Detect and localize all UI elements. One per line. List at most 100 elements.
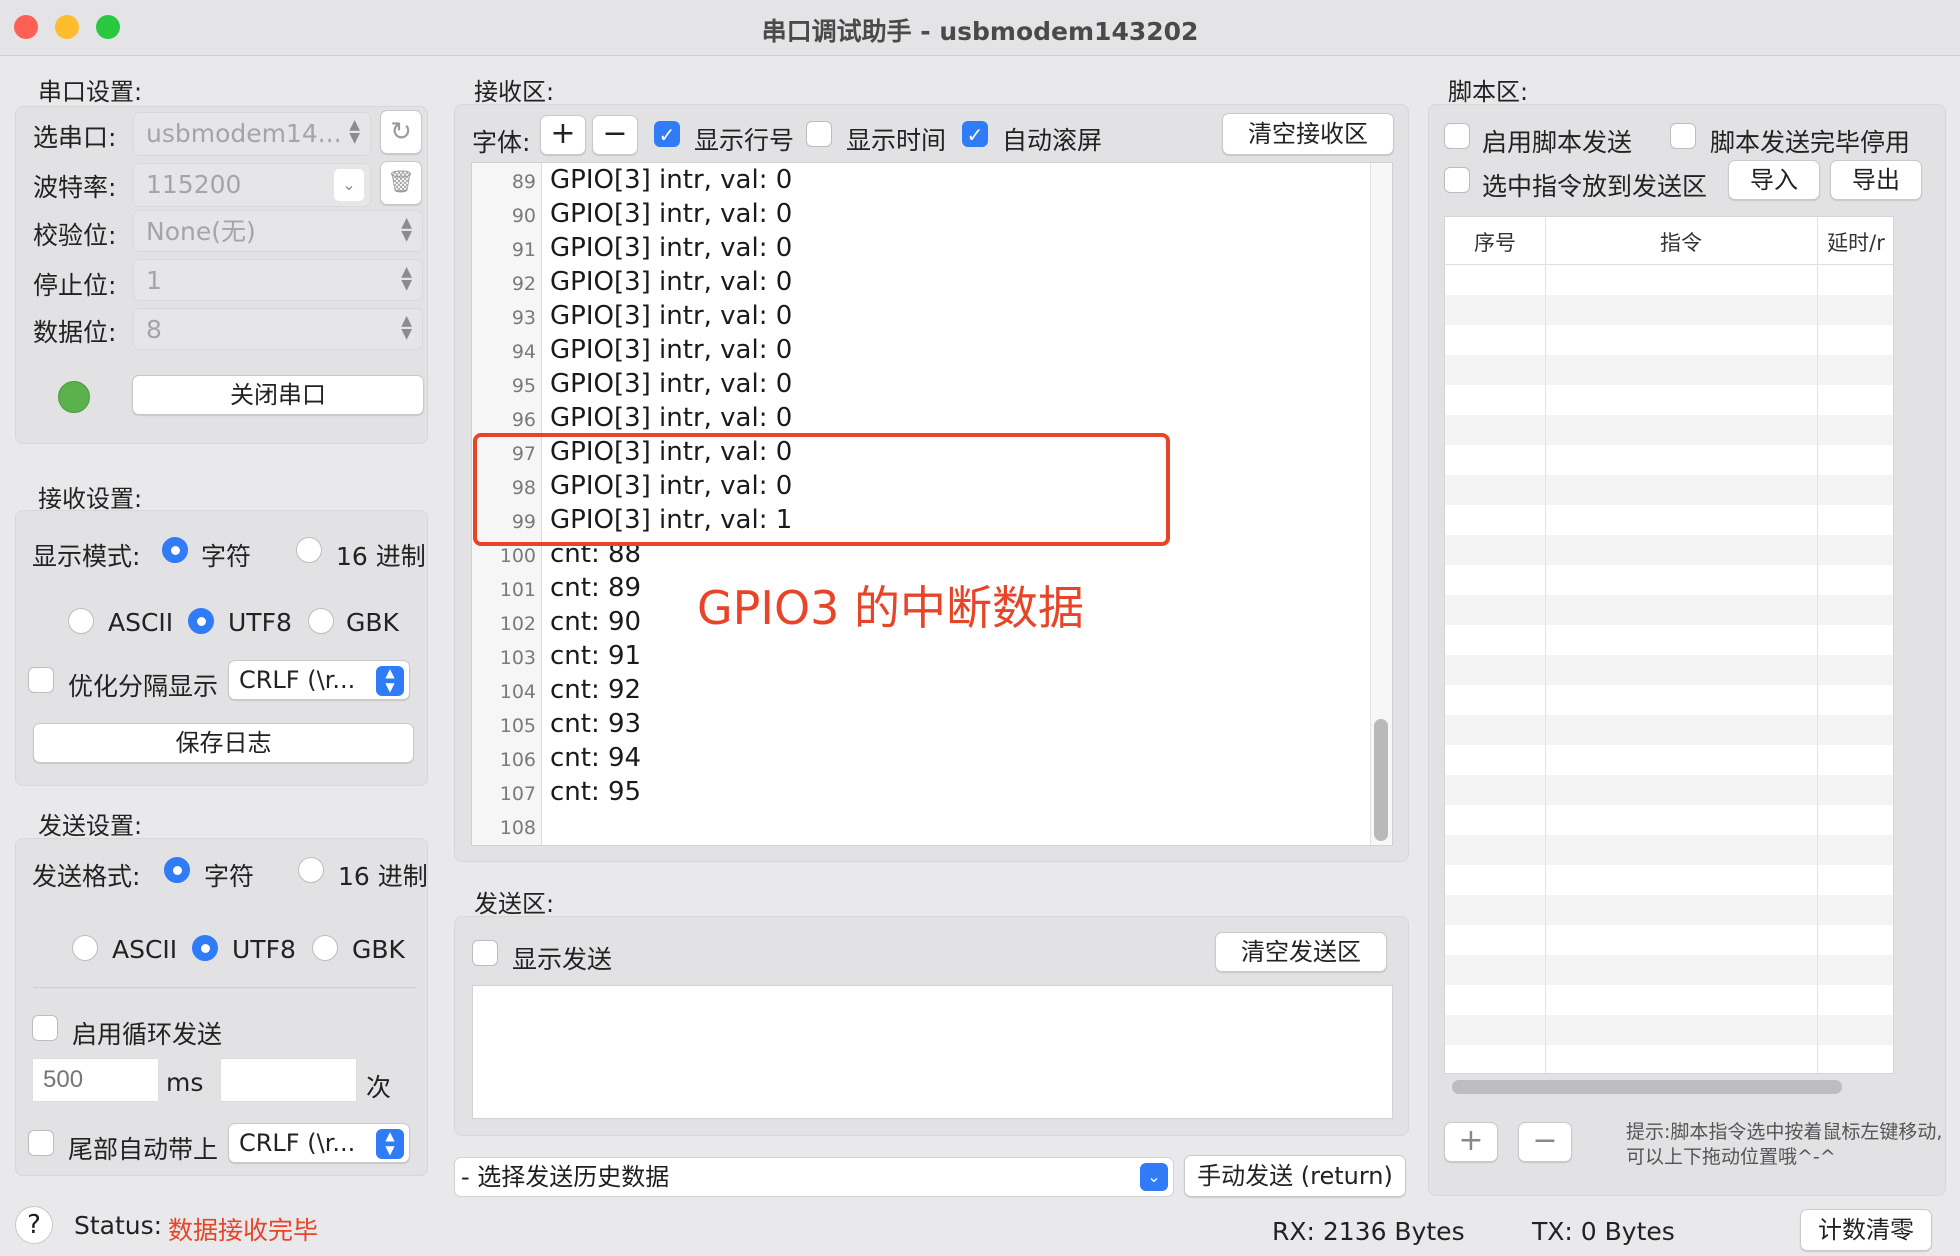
recv-mode-char-radio[interactable] [162, 537, 188, 563]
table-row[interactable] [1445, 655, 1893, 685]
font-increase-button[interactable]: + [540, 115, 586, 155]
received-line: GPIO[3] intr, val: 0 [550, 165, 793, 195]
table-row[interactable] [1445, 925, 1893, 955]
recv-enc-utf8-radio[interactable] [188, 608, 214, 634]
show-time-label: 显示时间 [846, 126, 947, 155]
table-row[interactable] [1445, 265, 1893, 295]
recv-enc-gbk-radio[interactable] [308, 608, 334, 634]
table-row[interactable] [1445, 745, 1893, 775]
send-mode-char-radio[interactable] [164, 857, 190, 883]
script-table-hscrollbar[interactable] [1452, 1080, 1842, 1094]
font-decrease-button[interactable]: − [592, 115, 638, 155]
table-row[interactable] [1445, 985, 1893, 1015]
port-select[interactable]: usbmodem14... ▲ ▼ [133, 112, 371, 156]
line-number: 108 [499, 817, 536, 839]
recv-mode-hex-label: 16 进制 [336, 542, 426, 571]
table-row[interactable] [1445, 1045, 1893, 1073]
table-row[interactable] [1445, 355, 1893, 385]
enable-script-checkbox[interactable] [1444, 123, 1470, 149]
remove-script-button[interactable]: − [1518, 1122, 1572, 1162]
table-row[interactable] [1445, 565, 1893, 595]
table-row[interactable] [1445, 895, 1893, 925]
tail-auto-checkbox[interactable] [28, 1130, 54, 1156]
table-row[interactable] [1445, 805, 1893, 835]
table-row[interactable] [1445, 475, 1893, 505]
table-row[interactable] [1445, 865, 1893, 895]
received-line: cnt: 90 [550, 607, 642, 637]
send-mode-hex-radio[interactable] [298, 857, 324, 883]
save-log-button[interactable]: 保存日志 [33, 723, 414, 763]
table-row[interactable] [1445, 595, 1893, 625]
close-port-button[interactable]: 关闭串口 [132, 375, 424, 415]
add-script-button[interactable]: + [1444, 1122, 1498, 1162]
table-row[interactable] [1445, 445, 1893, 475]
refresh-icon[interactable]: ↻ [380, 110, 422, 154]
loop-send-checkbox[interactable] [32, 1015, 58, 1041]
table-row[interactable] [1445, 685, 1893, 715]
parity-label: 校验位: [33, 221, 117, 250]
updown-icon: ▲ ▼ [401, 313, 412, 342]
line-number: 105 [499, 715, 536, 737]
table-row[interactable] [1445, 415, 1893, 445]
disable-after-checkbox[interactable] [1670, 123, 1696, 149]
chevron-down-icon: ⌄ [1140, 1163, 1168, 1191]
table-row[interactable] [1445, 325, 1893, 355]
stop-bits-select[interactable]: 1 ▲ ▼ [133, 259, 423, 301]
clear-receive-button[interactable]: 清空接收区 [1222, 113, 1394, 155]
line-number: 107 [499, 783, 536, 805]
loop-interval-input[interactable] [32, 1058, 159, 1102]
parity-select[interactable]: None(无) ▲ ▼ [133, 210, 423, 252]
show-send-checkbox[interactable] [472, 940, 498, 966]
send-history-select[interactable]: - 选择发送历史数据 ⌄ [454, 1157, 1174, 1197]
receive-scroll-thumb[interactable] [1374, 719, 1388, 841]
table-row[interactable] [1445, 955, 1893, 985]
import-button[interactable]: 导入 [1728, 160, 1820, 200]
send-enc-gbk-radio[interactable] [312, 935, 338, 961]
chevron-down-icon: ⌄ [334, 169, 364, 201]
reset-counter-button[interactable]: 计数清零 [1800, 1209, 1932, 1251]
script-table[interactable]: 序号 指令 延时/r [1444, 216, 1894, 1074]
baud-select[interactable]: 115200 ⌄ [133, 163, 371, 207]
send-enc-ascii-radio[interactable] [72, 935, 98, 961]
table-row[interactable] [1445, 295, 1893, 325]
line-number: 101 [499, 579, 536, 601]
optimize-split-checkbox[interactable] [28, 667, 54, 693]
baud-value: 115200 [146, 170, 242, 199]
col-header-index[interactable]: 序号 [1445, 227, 1545, 257]
manual-send-button[interactable]: 手动发送 (return) [1184, 1155, 1406, 1197]
table-row[interactable] [1445, 505, 1893, 535]
table-row[interactable] [1445, 835, 1893, 865]
received-line: cnt: 93 [550, 709, 642, 739]
col-header-command[interactable]: 指令 [1545, 227, 1817, 257]
recv-enc-utf8-label: UTF8 [228, 608, 292, 637]
recv-line-ending-select[interactable]: CRLF (\r... ▲ ▼ [228, 660, 410, 700]
col-header-delay[interactable]: 延时/r [1817, 227, 1893, 257]
table-row[interactable] [1445, 625, 1893, 655]
show-line-numbers-checkbox[interactable]: ✓ [654, 121, 680, 147]
line-number: 103 [499, 647, 536, 669]
clear-send-button[interactable]: 清空发送区 [1215, 932, 1387, 972]
help-button[interactable]: ? [15, 1206, 53, 1244]
table-row[interactable] [1445, 385, 1893, 415]
table-row[interactable] [1445, 535, 1893, 565]
received-line: cnt: 95 [550, 777, 642, 807]
auto-scroll-checkbox[interactable]: ✓ [962, 121, 988, 147]
data-bits-select[interactable]: 8 ▲ ▼ [133, 308, 423, 350]
show-line-numbers-label: 显示行号 [694, 126, 795, 155]
send-text-area[interactable] [472, 985, 1393, 1119]
table-row[interactable] [1445, 1015, 1893, 1045]
export-button[interactable]: 导出 [1830, 160, 1922, 200]
show-time-checkbox[interactable] [806, 121, 832, 147]
table-row[interactable] [1445, 775, 1893, 805]
send-enc-utf8-radio[interactable] [192, 935, 218, 961]
put-to-send-checkbox[interactable] [1444, 167, 1470, 193]
line-number: 94 [511, 341, 536, 363]
loop-count-input[interactable] [220, 1058, 357, 1102]
recv-enc-ascii-radio[interactable] [68, 608, 94, 634]
recv-mode-hex-radio[interactable] [296, 537, 322, 563]
receive-area-title: 接收区: [474, 78, 555, 106]
stop-bits-label: 停止位: [33, 271, 117, 300]
send-line-ending-select[interactable]: CRLF (\r... ▲ ▼ [228, 1123, 410, 1163]
trash-icon[interactable]: 🗑 [380, 161, 422, 205]
table-row[interactable] [1445, 715, 1893, 745]
